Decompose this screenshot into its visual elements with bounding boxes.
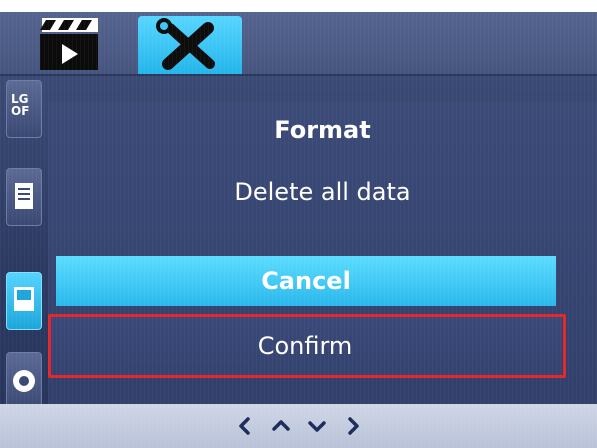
chevron-up-icon[interactable]	[268, 413, 294, 439]
chevron-down-icon[interactable]	[304, 413, 330, 439]
chevron-left-icon[interactable]	[232, 413, 258, 439]
document-icon	[7, 183, 41, 229]
confirm-highlight-box	[48, 314, 566, 378]
language-icon-line-2: OF	[11, 104, 30, 118]
mode-tab-bar	[0, 12, 597, 76]
sd-card-icon	[7, 287, 41, 333]
cancel-button[interactable]: Cancel	[56, 256, 556, 306]
tab-settings[interactable]	[138, 16, 242, 74]
dialog-title: Format	[274, 116, 371, 144]
chevron-right-icon[interactable]	[340, 413, 366, 439]
device-screen: LG OF Format Delete all data Cancel Conf…	[0, 12, 597, 448]
settings-sidebar: LG OF	[0, 76, 48, 416]
tools-icon	[138, 18, 242, 78]
sidebar-item-document[interactable]	[6, 168, 42, 226]
sidebar-item-language[interactable]: LG OF	[6, 80, 42, 138]
sidebar-item-gear[interactable]	[6, 352, 42, 410]
navigation-bar	[0, 404, 597, 448]
dialog-message: Delete all data	[234, 178, 411, 206]
tab-video[interactable]	[30, 18, 110, 72]
video-clapper-icon	[30, 18, 110, 76]
sidebar-item-sd-card[interactable]	[6, 272, 42, 330]
